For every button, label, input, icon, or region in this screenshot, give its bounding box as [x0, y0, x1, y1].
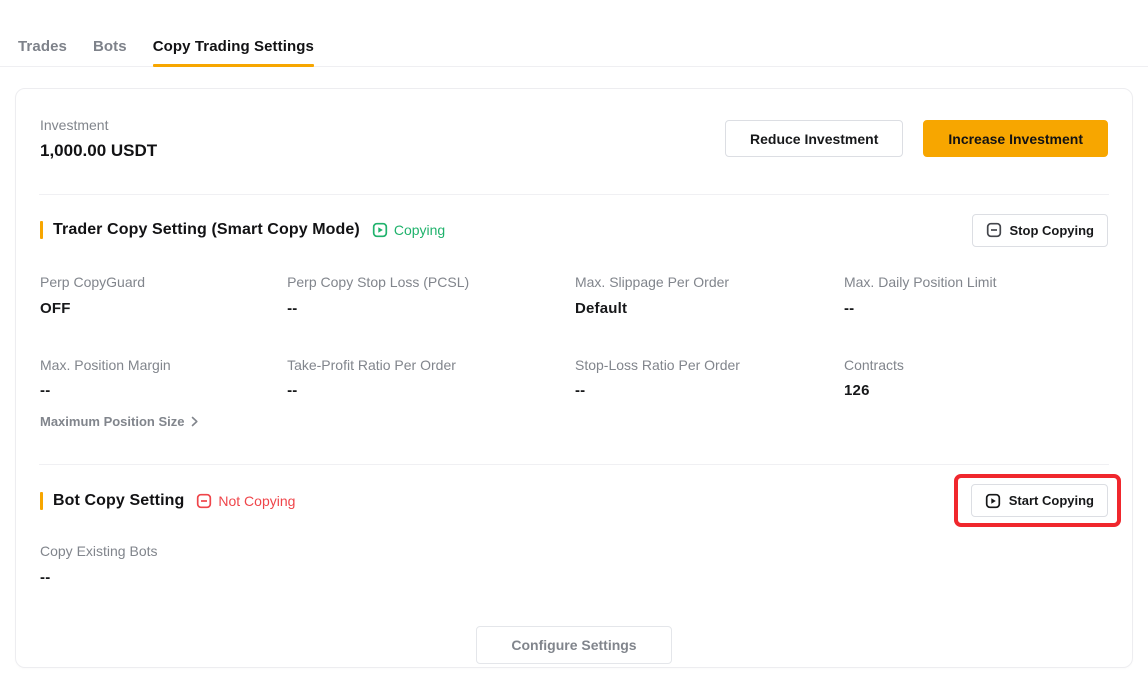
section-divider [39, 464, 1109, 465]
not-copying-status-badge: Not Copying [196, 493, 295, 509]
copying-status-text: Copying [394, 222, 445, 238]
field-take-profit-ratio: Take-Profit Ratio Per Order -- [287, 357, 575, 400]
field-perp-copyguard: Perp CopyGuard OFF [40, 274, 287, 317]
stop-copying-button[interactable]: Stop Copying [972, 214, 1109, 247]
active-tab-indicator [153, 64, 314, 67]
minus-square-icon [986, 222, 1002, 238]
play-square-icon [372, 222, 388, 238]
investment-row: Investment 1,000.00 USDT Reduce Investme… [40, 117, 1108, 161]
field-value: -- [287, 300, 575, 317]
investment-value: 1,000.00 USDT [40, 141, 157, 161]
not-copying-status-text: Not Copying [218, 493, 295, 509]
field-label: Max. Position Margin [40, 357, 287, 374]
tab-trades[interactable]: Trades [18, 38, 67, 66]
field-stop-loss-ratio: Stop-Loss Ratio Per Order -- [575, 357, 844, 400]
maximum-position-size-label: Maximum Position Size [40, 414, 184, 429]
field-contracts: Contracts 126 [844, 357, 1108, 400]
tab-bar: Trades Bots Copy Trading Settings [0, 0, 1148, 67]
trader-copy-section-title: Trader Copy Setting (Smart Copy Mode) [53, 221, 360, 239]
increase-investment-button[interactable]: Increase Investment [923, 120, 1108, 157]
field-label: Stop-Loss Ratio Per Order [575, 357, 844, 374]
field-max-slippage: Max. Slippage Per Order Default [575, 274, 844, 317]
field-label: Copy Existing Bots [40, 543, 1108, 560]
start-copying-wrap: Start Copying [971, 484, 1108, 517]
tab-bots[interactable]: Bots [93, 38, 127, 66]
field-max-position-margin: Max. Position Margin -- [40, 357, 287, 400]
investment-label: Investment [40, 117, 157, 134]
investment-block: Investment 1,000.00 USDT [40, 117, 157, 161]
investment-buttons: Reduce Investment Increase Investment [725, 120, 1108, 157]
maximum-position-size-link[interactable]: Maximum Position Size [40, 414, 200, 429]
card-footer: Configure Settings [40, 626, 1108, 664]
tab-label: Copy Trading Settings [153, 38, 314, 55]
field-value: -- [40, 569, 1108, 586]
field-value: -- [844, 300, 1108, 317]
accent-bar [40, 492, 43, 510]
start-copying-label: Start Copying [1009, 493, 1094, 508]
bot-copy-section-header: Bot Copy Setting Not Copying Start Copyi… [40, 484, 1108, 517]
start-copying-button[interactable]: Start Copying [971, 484, 1108, 517]
field-label: Max. Daily Position Limit [844, 274, 1108, 291]
trader-copy-section-header: Trader Copy Setting (Smart Copy Mode) Co… [40, 214, 1108, 247]
field-label: Contracts [844, 357, 1108, 374]
field-value: -- [40, 382, 287, 399]
field-label: Perp CopyGuard [40, 274, 287, 291]
field-value: OFF [40, 300, 287, 317]
field-copy-existing-bots: Copy Existing Bots -- [40, 543, 1108, 586]
tab-copy-trading-settings[interactable]: Copy Trading Settings [153, 38, 314, 66]
field-value: -- [575, 382, 844, 399]
field-perp-copy-stop-loss: Perp Copy Stop Loss (PCSL) -- [287, 274, 575, 317]
field-value: 126 [844, 382, 1108, 399]
section-divider [39, 194, 1109, 195]
play-square-icon [985, 493, 1001, 509]
reduce-investment-button[interactable]: Reduce Investment [725, 120, 903, 157]
copy-trading-settings-card: Investment 1,000.00 USDT Reduce Investme… [15, 88, 1133, 668]
field-label: Max. Slippage Per Order [575, 274, 844, 291]
accent-bar [40, 221, 43, 239]
field-value: -- [287, 382, 575, 399]
copying-status-badge: Copying [372, 222, 445, 238]
chevron-right-icon [189, 416, 200, 427]
field-value: Default [575, 300, 844, 317]
trader-copy-fields-grid: Perp CopyGuard OFF Perp Copy Stop Loss (… [40, 274, 1108, 400]
stop-copying-label: Stop Copying [1010, 223, 1095, 238]
configure-settings-button[interactable]: Configure Settings [476, 626, 671, 664]
field-max-daily-position-limit: Max. Daily Position Limit -- [844, 274, 1108, 317]
minus-square-icon [196, 493, 212, 509]
bot-copy-section-title: Bot Copy Setting [53, 492, 184, 510]
field-label: Take-Profit Ratio Per Order [287, 357, 575, 374]
field-label: Perp Copy Stop Loss (PCSL) [287, 274, 575, 291]
